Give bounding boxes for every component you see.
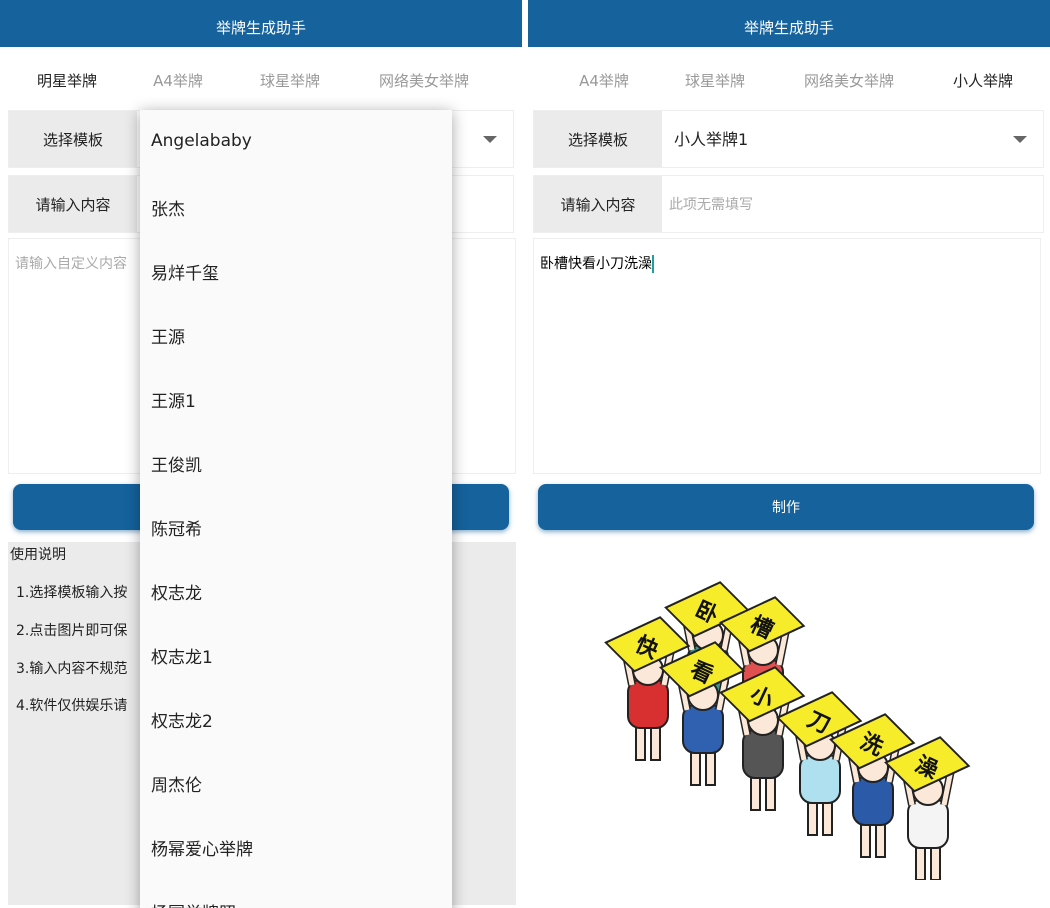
sign-holder-figure: 小 — [721, 667, 804, 810]
right-screen: 举牌生成助手 A4举牌 球星举牌 网络美女举牌 小人举牌 选择模板 小人举牌1 … — [528, 0, 1050, 908]
tab-a4[interactable]: A4举牌 — [153, 70, 203, 91]
textarea-placeholder: 请输入自定义内容 — [15, 256, 127, 272]
dropdown-option[interactable]: 王源 — [151, 323, 185, 348]
instruction-item: 4.软件仅供娱乐请 — [16, 695, 127, 715]
template-label: 选择模板 — [534, 111, 662, 167]
chevron-down-icon[interactable] — [483, 136, 497, 143]
dropdown-option[interactable]: 权志龙 — [151, 579, 202, 604]
sign-holder-figure: 看 — [661, 642, 744, 785]
tab-internet-beauty[interactable]: 网络美女举牌 — [379, 70, 469, 91]
dropdown-option[interactable]: 权志龙1 — [151, 643, 213, 668]
app-title: 举牌生成助手 — [216, 19, 306, 37]
app-header: 举牌生成助手 — [528, 0, 1050, 47]
template-select[interactable]: 选择模板 小人举牌1 — [533, 110, 1044, 168]
template-value: 小人举牌1 — [674, 111, 748, 169]
dropdown-option[interactable]: Angelababy — [151, 131, 252, 151]
dropdown-option[interactable]: 易烊千玺 — [151, 259, 219, 284]
app-title: 举牌生成助手 — [744, 19, 834, 37]
dropdown-option[interactable]: 杨幂举牌照 — [151, 899, 236, 908]
tab-little-people[interactable]: 小人举牌 — [953, 70, 1013, 91]
make-button[interactable]: 制作 — [538, 484, 1034, 530]
app-header: 举牌生成助手 — [0, 0, 522, 47]
template-dropdown-menu: Angelababy 张杰易烊千玺王源王源1 王俊凯陈冠希权志龙权志龙1 权志龙2 周杰… — [140, 110, 452, 908]
content-placeholder: 此项无需填写 — [669, 176, 753, 234]
tab-star[interactable]: 明星举牌 — [37, 70, 97, 91]
sign-holder-figure: 刀 — [778, 692, 861, 835]
content-label: 请输入内容 — [534, 176, 662, 232]
tab-bar: A4举牌 球星举牌 网络美女举牌 小人举牌 — [528, 60, 1050, 100]
sign-holder-figure: 澡 — [886, 737, 969, 880]
tab-a4[interactable]: A4举牌 — [579, 70, 629, 91]
instruction-item: 2.点击图片即可保 — [16, 620, 127, 640]
sign-holder-figure: 快 — [606, 617, 689, 760]
chevron-down-icon[interactable] — [1013, 136, 1027, 143]
dropdown-option[interactable]: 张杰 — [151, 195, 185, 220]
textarea-value: 卧槽快看小刀洗澡 — [540, 256, 652, 272]
generated-sign-image[interactable]: 卧槽快看小刀洗澡 — [598, 560, 978, 880]
instruction-item: 3.输入内容不规范 — [16, 658, 127, 678]
dropdown-option[interactable]: 周杰伦 — [151, 771, 202, 796]
template-label: 选择模板 — [9, 111, 137, 167]
text-cursor — [652, 255, 654, 273]
dropdown-option[interactable]: 杨幂爱心举牌 — [151, 835, 253, 860]
dropdown-option[interactable]: 权志龙2 — [151, 707, 213, 732]
instruction-item: 1.选择模板输入按 — [16, 582, 127, 602]
tab-athlete[interactable]: 球星举牌 — [685, 70, 745, 91]
left-screen: 举牌生成助手 明星举牌 A4举牌 球星举牌 网络美女举牌 选择模板 请输入内容 … — [0, 0, 522, 908]
dropdown-option[interactable]: 王源1 — [151, 387, 196, 412]
tab-internet-beauty[interactable]: 网络美女举牌 — [804, 70, 894, 91]
content-label: 请输入内容 — [9, 176, 137, 232]
sign-holder-figure: 洗 — [831, 714, 914, 857]
dropdown-option[interactable]: 陈冠希 — [151, 515, 202, 540]
content-input[interactable]: 请输入内容 此项无需填写 — [533, 175, 1044, 233]
custom-content-textarea[interactable]: 卧槽快看小刀洗澡 — [533, 238, 1041, 474]
tab-bar: 明星举牌 A4举牌 球星举牌 网络美女举牌 — [0, 60, 522, 100]
dropdown-option[interactable]: 王俊凯 — [151, 451, 202, 476]
instructions-title: 使用说明 — [10, 544, 66, 564]
tab-athlete[interactable]: 球星举牌 — [260, 70, 320, 91]
